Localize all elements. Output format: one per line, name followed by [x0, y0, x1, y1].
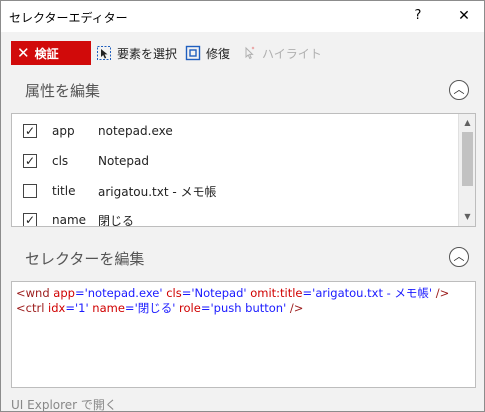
- attr-name: omit:title: [250, 286, 303, 300]
- selector-editor[interactable]: <wnd app='notepad.exe' cls='Notepad' omi…: [11, 281, 476, 388]
- scroll-down-arrow-icon[interactable]: ▼: [460, 209, 475, 224]
- attr-name: idx: [48, 301, 66, 315]
- list-item[interactable]: ✓ app notepad.exe: [12, 116, 458, 146]
- selector-section-title: セレクターを編集: [25, 250, 145, 268]
- highlight-label: ハイライト: [262, 46, 322, 61]
- attribute-value: Notepad: [98, 154, 149, 168]
- verify-button[interactable]: ✕ 検証: [11, 41, 91, 65]
- toolbar: ✕ 検証 要素を選択 修復 ハイライト: [1, 32, 484, 70]
- equals-sign: =: [181, 286, 192, 300]
- attr-value: '1': [75, 301, 89, 315]
- tag-close: />: [435, 286, 450, 300]
- help-button[interactable]: ?: [405, 3, 431, 29]
- highlight-button[interactable]: ハイライト: [241, 41, 322, 65]
- equals-sign: =: [74, 286, 85, 300]
- tag-close: />: [289, 301, 304, 315]
- attribute-name: name: [52, 213, 87, 227]
- attr-value: '閉じる': [134, 301, 176, 315]
- cursor-select-icon: [96, 45, 112, 61]
- window-title: セレクターエディター: [9, 11, 128, 25]
- attr-value: 'push button': [210, 301, 287, 315]
- attributes-list: ✓ app notepad.exe ✓ cls Notepad title ar…: [11, 113, 476, 227]
- attr-name: name: [92, 301, 125, 315]
- chevron-up-icon: ︿: [453, 83, 465, 96]
- attribute-value: 閉じる: [98, 213, 135, 227]
- attributes-scrollbar[interactable]: ▲ ▼: [458, 114, 475, 226]
- attribute-value: notepad.exe: [98, 124, 173, 138]
- scroll-up-arrow-icon[interactable]: ▲: [460, 115, 475, 130]
- repair-button[interactable]: 修復: [185, 41, 230, 65]
- equals-sign: =: [302, 286, 313, 300]
- tag-open: <ctrl: [16, 301, 49, 315]
- selector-line-ctrl: <ctrl idx='1' name='閉じる' role='push butt…: [16, 301, 471, 316]
- attr-name: app: [53, 286, 75, 300]
- title-bar: セレクターエディター ? ✕: [1, 1, 484, 32]
- list-item[interactable]: ✓ cls Notepad: [12, 146, 458, 176]
- attribute-checkbox[interactable]: ✓: [23, 213, 37, 226]
- selector-line-wnd: <wnd app='notepad.exe' cls='Notepad' omi…: [16, 286, 471, 301]
- chevron-up-icon: ︿: [453, 250, 465, 263]
- highlight-cursor-icon: [241, 45, 257, 61]
- attribute-name: title: [52, 184, 76, 198]
- attributes-collapse-button[interactable]: ︿: [449, 80, 469, 100]
- attr-value: 'Notepad': [191, 286, 247, 300]
- list-item[interactable]: title arigatou.txt - メモ帳: [12, 176, 458, 206]
- attr-value: 'arigatou.txt - メモ帳': [312, 286, 433, 300]
- list-item[interactable]: ✓ name 閉じる: [12, 205, 458, 227]
- equals-sign: =: [65, 301, 75, 315]
- attr-name: cls: [166, 286, 182, 300]
- attribute-checkbox[interactable]: [23, 184, 37, 198]
- scrollbar-thumb[interactable]: [462, 132, 473, 186]
- attribute-name: app: [52, 124, 75, 138]
- tag-open: <wnd: [16, 286, 54, 300]
- open-in-ui-explorer-link[interactable]: UI Explorer で開く: [11, 396, 117, 412]
- selector-collapse-button[interactable]: ︿: [449, 247, 469, 267]
- attribute-name: cls: [52, 154, 69, 168]
- attr-name: role: [179, 301, 201, 315]
- select-element-button[interactable]: 要素を選択: [96, 41, 177, 65]
- repair-label: 修復: [206, 46, 231, 61]
- verify-label: 検証: [34, 46, 59, 61]
- target-square-icon: [185, 45, 201, 61]
- close-button[interactable]: ✕: [451, 3, 477, 29]
- attribute-value: arigatou.txt - メモ帳: [98, 184, 217, 199]
- selector-editor-window: セレクターエディター ? ✕ ✕ 検証 要素を選択 修復 ハイライト 属性を編集…: [0, 0, 485, 412]
- attribute-checkbox[interactable]: ✓: [23, 154, 37, 168]
- close-x-icon: ✕: [17, 44, 30, 62]
- attributes-section-title: 属性を編集: [25, 82, 101, 100]
- attr-value: 'notepad.exe': [84, 286, 163, 300]
- attribute-checkbox[interactable]: ✓: [23, 124, 37, 138]
- select-element-label: 要素を選択: [117, 46, 178, 61]
- equals-sign: =: [124, 301, 135, 315]
